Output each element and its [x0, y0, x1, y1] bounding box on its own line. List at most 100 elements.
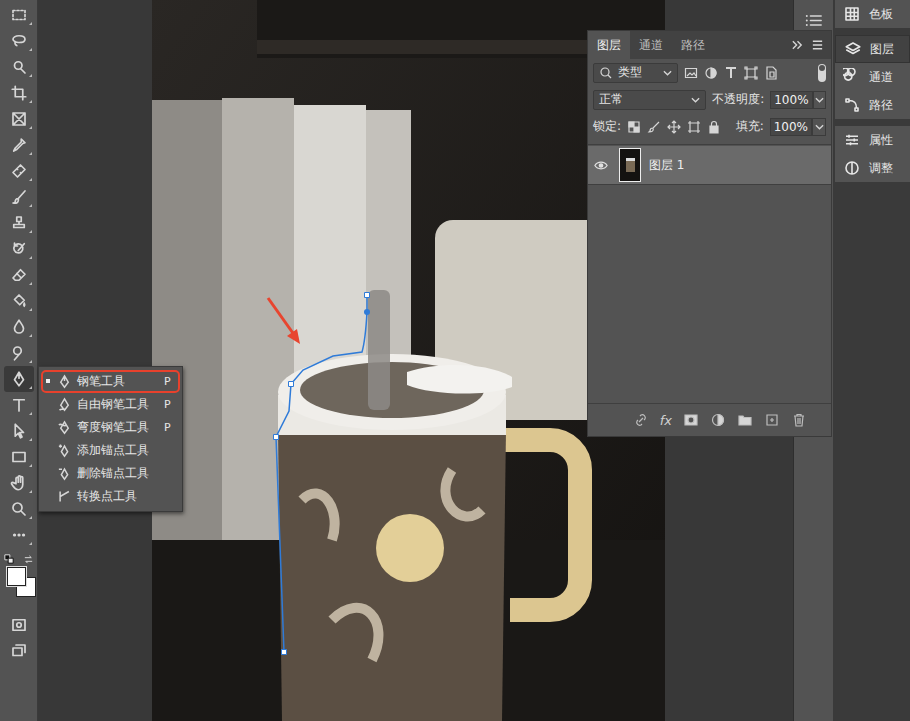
tool-group-marker	[29, 256, 32, 259]
tool-group-marker	[29, 74, 32, 77]
lock-transparent-icon[interactable]	[627, 120, 641, 134]
pixel-filter-icon[interactable]	[684, 66, 698, 80]
color-swatches[interactable]	[2, 554, 36, 604]
current-tool-marker	[46, 402, 50, 406]
flyout-item[interactable]: 删除锚点工具	[41, 462, 180, 485]
fx-button[interactable]: fx	[660, 413, 672, 428]
panel-tab[interactable]: 图层	[588, 31, 630, 59]
dock-item[interactable]: 通道	[835, 63, 910, 91]
swap-colors-icon[interactable]	[23, 554, 34, 565]
search-icon	[599, 66, 613, 80]
type-icon	[10, 396, 28, 414]
fill-slider-button[interactable]	[812, 118, 826, 136]
flyout-item[interactable]: 钢笔工具P	[41, 370, 180, 393]
pen-tool-icon	[57, 489, 72, 504]
pen-path[interactable]	[276, 295, 367, 652]
tool-button[interactable]	[4, 132, 34, 158]
tool-button[interactable]	[4, 418, 34, 444]
dock-item[interactable]: 色板	[835, 0, 910, 28]
tool-group-marker	[29, 334, 32, 337]
tool-button[interactable]	[4, 80, 34, 106]
shape-filter-icon[interactable]	[744, 66, 758, 80]
tool-button[interactable]	[4, 54, 34, 80]
path-select-icon	[10, 422, 28, 440]
tool-button[interactable]	[4, 236, 34, 262]
collapse-icon[interactable]	[791, 39, 804, 51]
panel-tab[interactable]: 路径	[672, 31, 714, 59]
smart-object-filter-icon[interactable]	[764, 66, 778, 80]
lock-artboard-icon[interactable]	[687, 120, 701, 134]
tool-button[interactable]	[4, 262, 34, 288]
tool-button[interactable]	[4, 392, 34, 418]
tool-group-marker	[29, 282, 32, 285]
lock-position-icon[interactable]	[667, 120, 681, 134]
tool-button[interactable]	[4, 638, 34, 664]
panel-tab[interactable]: 通道	[630, 31, 672, 59]
mask-icon[interactable]	[683, 412, 699, 428]
eye-icon[interactable]	[594, 160, 608, 171]
tool-button[interactable]	[4, 612, 34, 638]
default-colors-icon[interactable]	[4, 554, 14, 564]
filter-dropdown[interactable]: 类型	[593, 63, 678, 83]
healing-icon	[10, 162, 28, 180]
brush-icon	[10, 188, 28, 206]
panel-menu-icon[interactable]	[805, 14, 823, 27]
dock-item[interactable]: 属性	[835, 126, 910, 154]
tool-button[interactable]	[4, 210, 34, 236]
adjustment-filter-icon[interactable]	[704, 66, 718, 80]
filter-toggle[interactable]	[818, 64, 826, 82]
link-icon[interactable]	[633, 412, 649, 428]
tool-button[interactable]	[4, 444, 34, 470]
tool-button[interactable]	[4, 158, 34, 184]
tool-button[interactable]	[4, 106, 34, 132]
flyout-item[interactable]: 转换点工具	[41, 485, 180, 508]
layers-icon	[844, 40, 862, 58]
menu-icon[interactable]	[811, 39, 824, 51]
tool-button[interactable]	[4, 496, 34, 522]
tool-button[interactable]	[4, 366, 34, 392]
dock-item[interactable]: 调整	[835, 154, 910, 182]
fill-field[interactable]: 100%	[770, 118, 812, 136]
tool-button[interactable]	[4, 184, 34, 210]
opacity-slider-button[interactable]	[813, 91, 826, 109]
lock-pixels-icon[interactable]	[647, 120, 661, 134]
tool-button[interactable]	[4, 2, 34, 28]
foreground-color[interactable]	[7, 567, 26, 586]
tool-button[interactable]	[4, 470, 34, 496]
tool-button[interactable]	[4, 522, 34, 548]
blend-mode-dropdown[interactable]: 正常	[593, 90, 706, 110]
tool-group-marker	[29, 48, 32, 51]
lock-all-icon[interactable]	[707, 120, 721, 134]
dock-item[interactable]: 图层	[835, 35, 910, 63]
tool-group-marker	[29, 152, 32, 155]
chevron-icon	[815, 124, 824, 130]
group-folder-icon[interactable]	[737, 412, 753, 428]
flyout-item[interactable]: 弯度钢笔工具P	[41, 416, 180, 439]
tool-button[interactable]	[4, 314, 34, 340]
tool-button[interactable]	[4, 28, 34, 54]
tool-button[interactable]	[4, 340, 34, 366]
current-tool-marker	[46, 448, 50, 452]
filter-row: 类型	[588, 59, 831, 86]
current-tool-marker	[46, 425, 50, 429]
tool-group-marker	[29, 386, 32, 389]
opacity-field[interactable]: 100%	[770, 91, 812, 109]
trash-icon[interactable]	[791, 412, 807, 428]
layer-row[interactable]: 图层 1	[588, 146, 831, 185]
zoom-icon	[10, 500, 28, 518]
dock-item[interactable]: 路径	[835, 91, 910, 119]
tool-group-marker	[29, 360, 32, 363]
blur-icon	[10, 318, 28, 336]
new-layer-icon[interactable]	[764, 412, 780, 428]
crop-icon	[10, 84, 28, 102]
pen-tool-icon	[57, 374, 72, 389]
tool-group-marker	[29, 204, 32, 207]
stamp-icon	[10, 214, 28, 232]
adjustments-icon	[843, 159, 861, 177]
type-filter-icon[interactable]	[724, 66, 738, 80]
tool-group-marker	[29, 178, 32, 181]
adjustment-layer-icon[interactable]	[710, 412, 726, 428]
tool-button[interactable]	[4, 288, 34, 314]
flyout-item[interactable]: 自由钢笔工具P	[41, 393, 180, 416]
flyout-item[interactable]: 添加锚点工具	[41, 439, 180, 462]
